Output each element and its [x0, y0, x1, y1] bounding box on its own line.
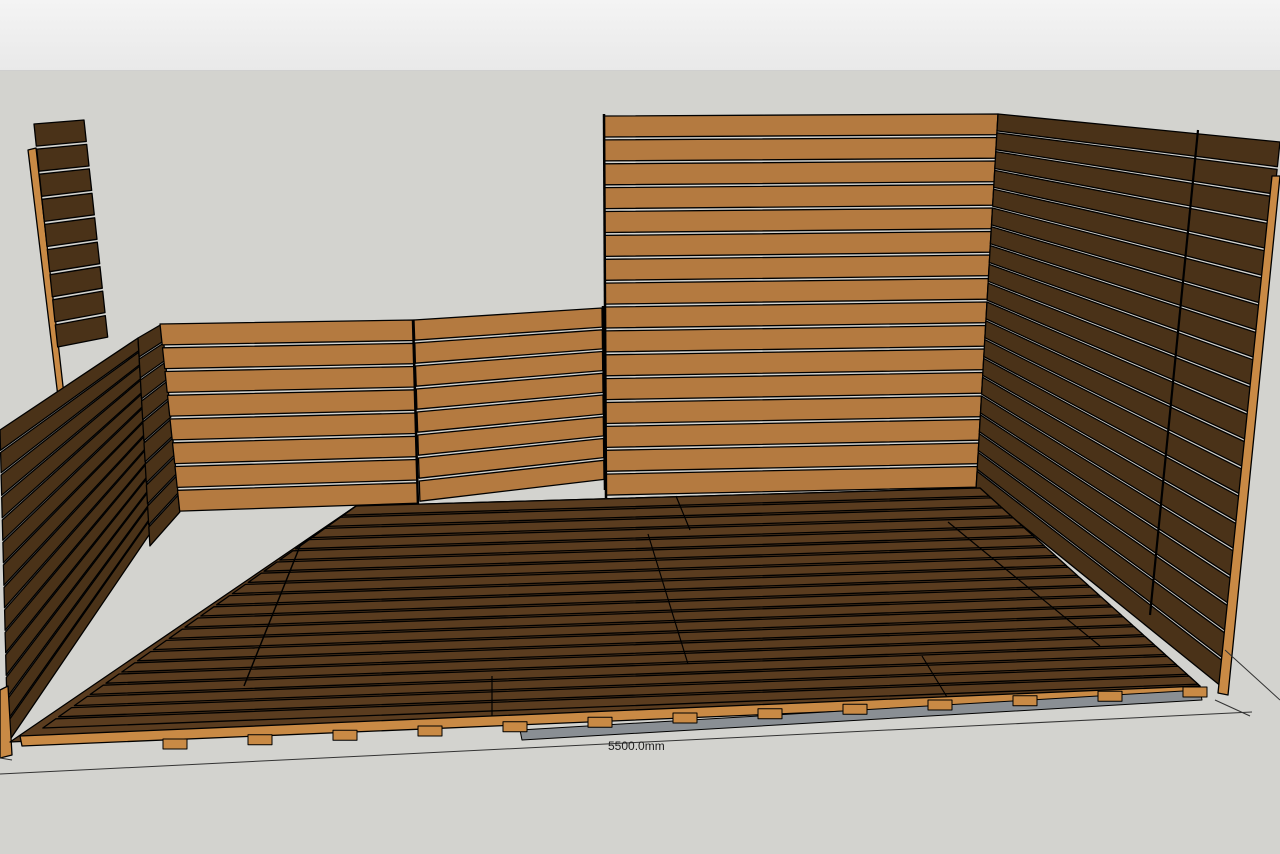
- post-board[interactable]: [46, 241, 101, 273]
- post-board[interactable]: [36, 143, 90, 172]
- fence-board[interactable]: [603, 183, 995, 210]
- base-joist[interactable]: [1097, 690, 1123, 702]
- back-left-fence-panel[interactable]: [159, 319, 420, 512]
- base-joist[interactable]: [672, 712, 698, 724]
- fence-board[interactable]: [604, 301, 988, 329]
- fence-board[interactable]: [603, 113, 999, 138]
- base-joist[interactable]: [502, 721, 528, 733]
- fence-board[interactable]: [169, 412, 418, 441]
- fence-board[interactable]: [604, 418, 981, 449]
- fence-board[interactable]: [603, 230, 992, 258]
- fence-board[interactable]: [161, 342, 416, 370]
- base-joist[interactable]: [247, 734, 273, 746]
- base-joist[interactable]: [587, 716, 613, 728]
- base-joist[interactable]: [1182, 686, 1208, 698]
- sketchup-viewport[interactable]: 5500.0mm: [0, 0, 1280, 854]
- post-board[interactable]: [33, 119, 87, 147]
- base-joist[interactable]: [332, 729, 358, 741]
- model-scene[interactable]: [0, 0, 1280, 854]
- fence-board[interactable]: [604, 277, 990, 305]
- base-joist[interactable]: [417, 725, 443, 737]
- post-board[interactable]: [41, 192, 95, 223]
- back-tall-fence-panel[interactable]: [602, 113, 999, 499]
- fence-board[interactable]: [164, 365, 417, 394]
- post-board[interactable]: [44, 217, 98, 248]
- base-joist[interactable]: [927, 699, 953, 711]
- post-board[interactable]: [38, 168, 93, 197]
- fence-board[interactable]: [604, 348, 985, 377]
- fence-board[interactable]: [604, 395, 983, 425]
- left-post-panel[interactable]: [27, 119, 109, 398]
- fence-board[interactable]: [603, 207, 994, 234]
- fence-board[interactable]: [174, 458, 419, 489]
- fence-board[interactable]: [604, 324, 987, 353]
- base-joist[interactable]: [1012, 695, 1038, 707]
- fence-board[interactable]: [171, 435, 418, 465]
- base-joist[interactable]: [162, 738, 188, 750]
- dimension-label[interactable]: 5500.0mm: [608, 739, 665, 753]
- dimension-extension: [1224, 649, 1280, 701]
- dimension-tick: [0, 757, 13, 761]
- fence-board[interactable]: [603, 136, 998, 162]
- fence-board[interactable]: [166, 389, 417, 417]
- fence-board[interactable]: [603, 160, 996, 186]
- fence-board[interactable]: [159, 319, 416, 346]
- back-middle-fence-panel[interactable]: [413, 305, 607, 502]
- base-joist[interactable]: [842, 703, 868, 715]
- base-joist[interactable]: [757, 708, 783, 720]
- fence-board[interactable]: [604, 254, 991, 281]
- fence-board[interactable]: [604, 371, 984, 401]
